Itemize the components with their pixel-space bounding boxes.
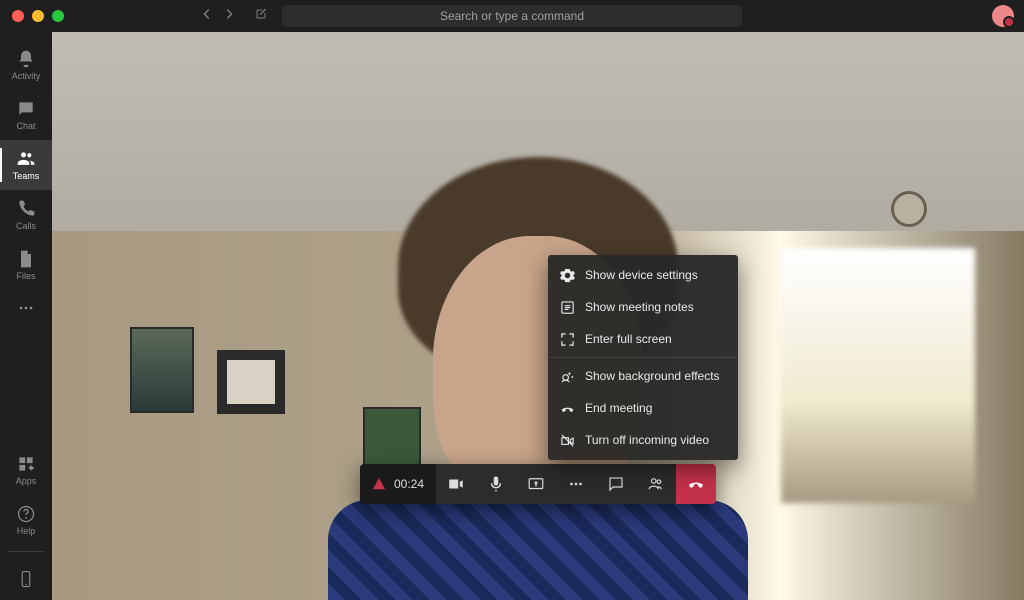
wall-clock xyxy=(891,191,927,227)
profile-avatar[interactable] xyxy=(992,5,1014,27)
people-icon xyxy=(647,475,665,493)
search-placeholder: Search or type a command xyxy=(440,9,584,23)
call-timer: 00:24 xyxy=(394,477,424,491)
menu-label: Show device settings xyxy=(585,268,698,282)
rail-item-activity[interactable]: Activity xyxy=(0,40,52,90)
app-window: Search or type a command Activity Chat T… xyxy=(0,0,1024,600)
close-window-button[interactable] xyxy=(12,10,24,22)
ellipsis-icon xyxy=(567,475,585,493)
minimize-window-button[interactable] xyxy=(32,10,44,22)
rail-separator xyxy=(8,551,44,552)
video-off-icon xyxy=(560,433,575,448)
app-rail: Activity Chat Teams Calls Files Apps xyxy=(0,32,52,600)
share-screen-button[interactable] xyxy=(516,464,556,504)
rail-label: Teams xyxy=(13,171,40,181)
menu-item-background-effects[interactable]: Show background effects xyxy=(548,360,738,392)
rail-item-help[interactable]: Help xyxy=(0,495,52,545)
notes-icon xyxy=(560,300,575,315)
rail-label: Chat xyxy=(16,121,35,131)
menu-item-turn-off-incoming[interactable]: Turn off incoming video xyxy=(548,424,738,456)
share-icon xyxy=(527,475,545,493)
rail-item-teams[interactable]: Teams xyxy=(0,140,52,190)
compose-icon[interactable] xyxy=(254,7,268,26)
hang-up-icon xyxy=(687,475,705,493)
fullscreen-icon xyxy=(560,332,575,347)
hang-up-button[interactable] xyxy=(676,464,716,504)
window-controls xyxy=(12,10,64,22)
search-input[interactable]: Search or type a command xyxy=(282,5,742,27)
call-stage: 00:24 xyxy=(52,32,1024,600)
maximize-window-button[interactable] xyxy=(52,10,64,22)
menu-label: Turn off incoming video xyxy=(585,433,709,447)
rail-label: Apps xyxy=(16,476,37,486)
chat-icon xyxy=(607,475,625,493)
more-actions-button[interactable] xyxy=(556,464,596,504)
history-nav xyxy=(200,7,268,26)
wall-frame xyxy=(217,350,285,414)
end-call-icon xyxy=(560,401,575,416)
show-conversation-button[interactable] xyxy=(596,464,636,504)
nav-forward-button[interactable] xyxy=(222,7,236,26)
rail-item-files[interactable]: Files xyxy=(0,240,52,290)
menu-label: Enter full screen xyxy=(585,332,672,346)
rail-label: Help xyxy=(17,526,36,536)
menu-label: Show background effects xyxy=(585,369,720,383)
rail-label: Activity xyxy=(12,71,41,81)
rail-label: Files xyxy=(16,271,35,281)
menu-item-device-settings[interactable]: Show device settings xyxy=(548,259,738,291)
video-icon xyxy=(447,475,465,493)
menu-label: End meeting xyxy=(585,401,652,415)
menu-separator xyxy=(548,357,738,358)
mic-icon xyxy=(487,475,505,493)
background-effects-icon xyxy=(560,369,575,384)
rail-item-calls[interactable]: Calls xyxy=(0,190,52,240)
wall-frame xyxy=(130,327,194,413)
menu-label: Show meeting notes xyxy=(585,300,694,314)
menu-item-full-screen[interactable]: Enter full screen xyxy=(548,323,738,355)
call-control-bar: 00:24 xyxy=(360,464,716,504)
nav-back-button[interactable] xyxy=(200,7,214,26)
rail-item-apps[interactable]: Apps xyxy=(0,445,52,495)
rail-item-chat[interactable]: Chat xyxy=(0,90,52,140)
more-actions-menu: Show device settings Show meeting notes … xyxy=(548,255,738,460)
show-participants-button[interactable] xyxy=(636,464,676,504)
rail-label: Calls xyxy=(16,221,36,231)
toggle-mic-button[interactable] xyxy=(476,464,516,504)
titlebar: Search or type a command xyxy=(0,0,1024,32)
rail-item-more[interactable] xyxy=(0,290,52,326)
menu-item-meeting-notes[interactable]: Show meeting notes xyxy=(548,291,738,323)
wall-frame xyxy=(363,407,421,469)
self-video-feed xyxy=(52,32,1024,600)
recording-warning-icon xyxy=(372,477,386,491)
gear-icon xyxy=(560,268,575,283)
toggle-camera-button[interactable] xyxy=(436,464,476,504)
ellipsis-icon xyxy=(16,298,36,318)
menu-item-end-meeting[interactable]: End meeting xyxy=(548,392,738,424)
rail-item-mobile[interactable] xyxy=(0,558,52,600)
call-timer-segment: 00:24 xyxy=(360,464,436,504)
